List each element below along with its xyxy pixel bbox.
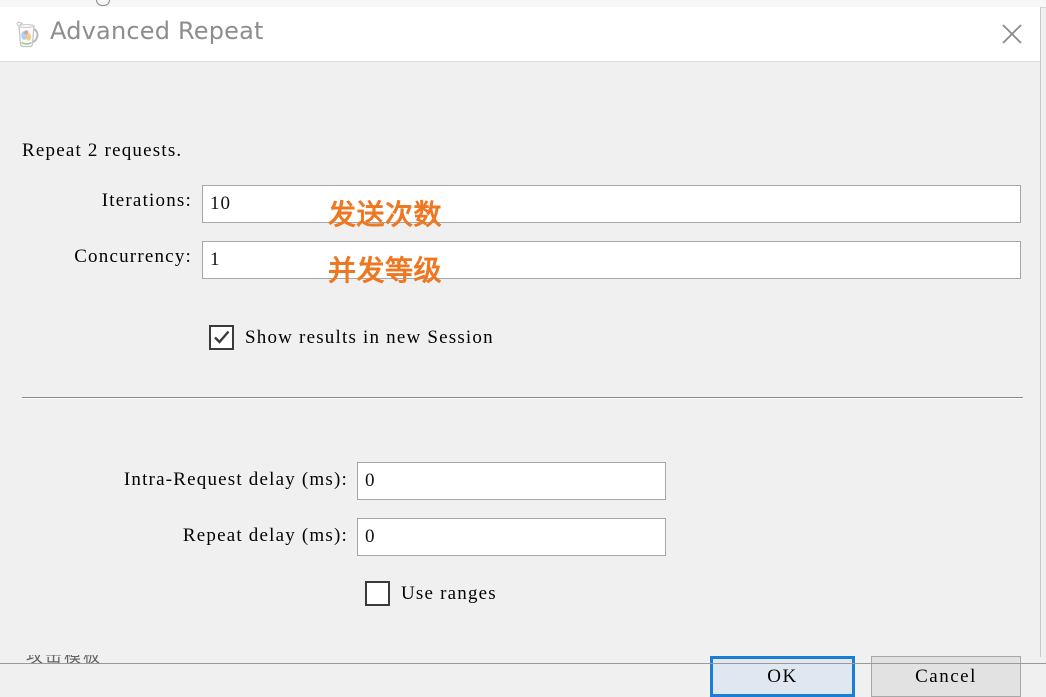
concurrency-input[interactable]: 1 [202, 241, 1021, 279]
dialog-titlebar: Advanced Repeat [0, 7, 1040, 62]
section-separator [22, 397, 1023, 399]
iterations-input[interactable]: 10 [202, 185, 1021, 223]
repeat-delay-input[interactable]: 0 [357, 518, 666, 556]
bottom-clipped-text: 攻击模板 [26, 655, 102, 663]
concurrency-annotation: 并发等级 [328, 254, 443, 287]
dialog-title: Advanced Repeat [50, 17, 264, 45]
background-window-notch [96, 0, 110, 6]
show-results-checkbox[interactable] [209, 325, 234, 350]
iterations-annotation: 发送次数 [328, 198, 443, 231]
close-button[interactable] [984, 7, 1040, 61]
repeat-delay-label: Repeat delay (ms): [182, 525, 348, 546]
use-ranges-checkbox-row[interactable]: Use ranges [365, 581, 497, 606]
repeat-summary-text: Repeat 2 requests. [22, 140, 183, 161]
repeat-delay-value: 0 [365, 526, 376, 547]
show-results-checkbox-row[interactable]: Show results in new Session [209, 325, 494, 350]
intra-request-delay-value: 0 [365, 470, 376, 491]
intra-request-delay-input[interactable]: 0 [357, 462, 666, 500]
bottom-clipped-strip: 攻击模板 [0, 655, 1046, 664]
use-ranges-label: Use ranges [401, 582, 497, 604]
iterations-value: 10 [210, 193, 231, 214]
iterations-label: Iterations: [101, 189, 192, 211]
checkmark-icon [214, 330, 230, 344]
dialog-content: Repeat 2 requests. Iterations: 10 发送次数 C… [0, 62, 1040, 697]
use-ranges-checkbox[interactable] [365, 581, 390, 606]
advanced-repeat-dialog: Advanced Repeat Repeat 2 requests. Itera… [0, 7, 1041, 697]
concurrency-label: Concurrency: [74, 245, 192, 267]
intra-request-delay-label: Intra-Request delay (ms): [123, 469, 348, 490]
burp-pitcher-icon [10, 18, 42, 50]
close-icon [1002, 24, 1022, 44]
concurrency-value: 1 [210, 249, 221, 270]
show-results-label: Show results in new Session [245, 326, 494, 348]
